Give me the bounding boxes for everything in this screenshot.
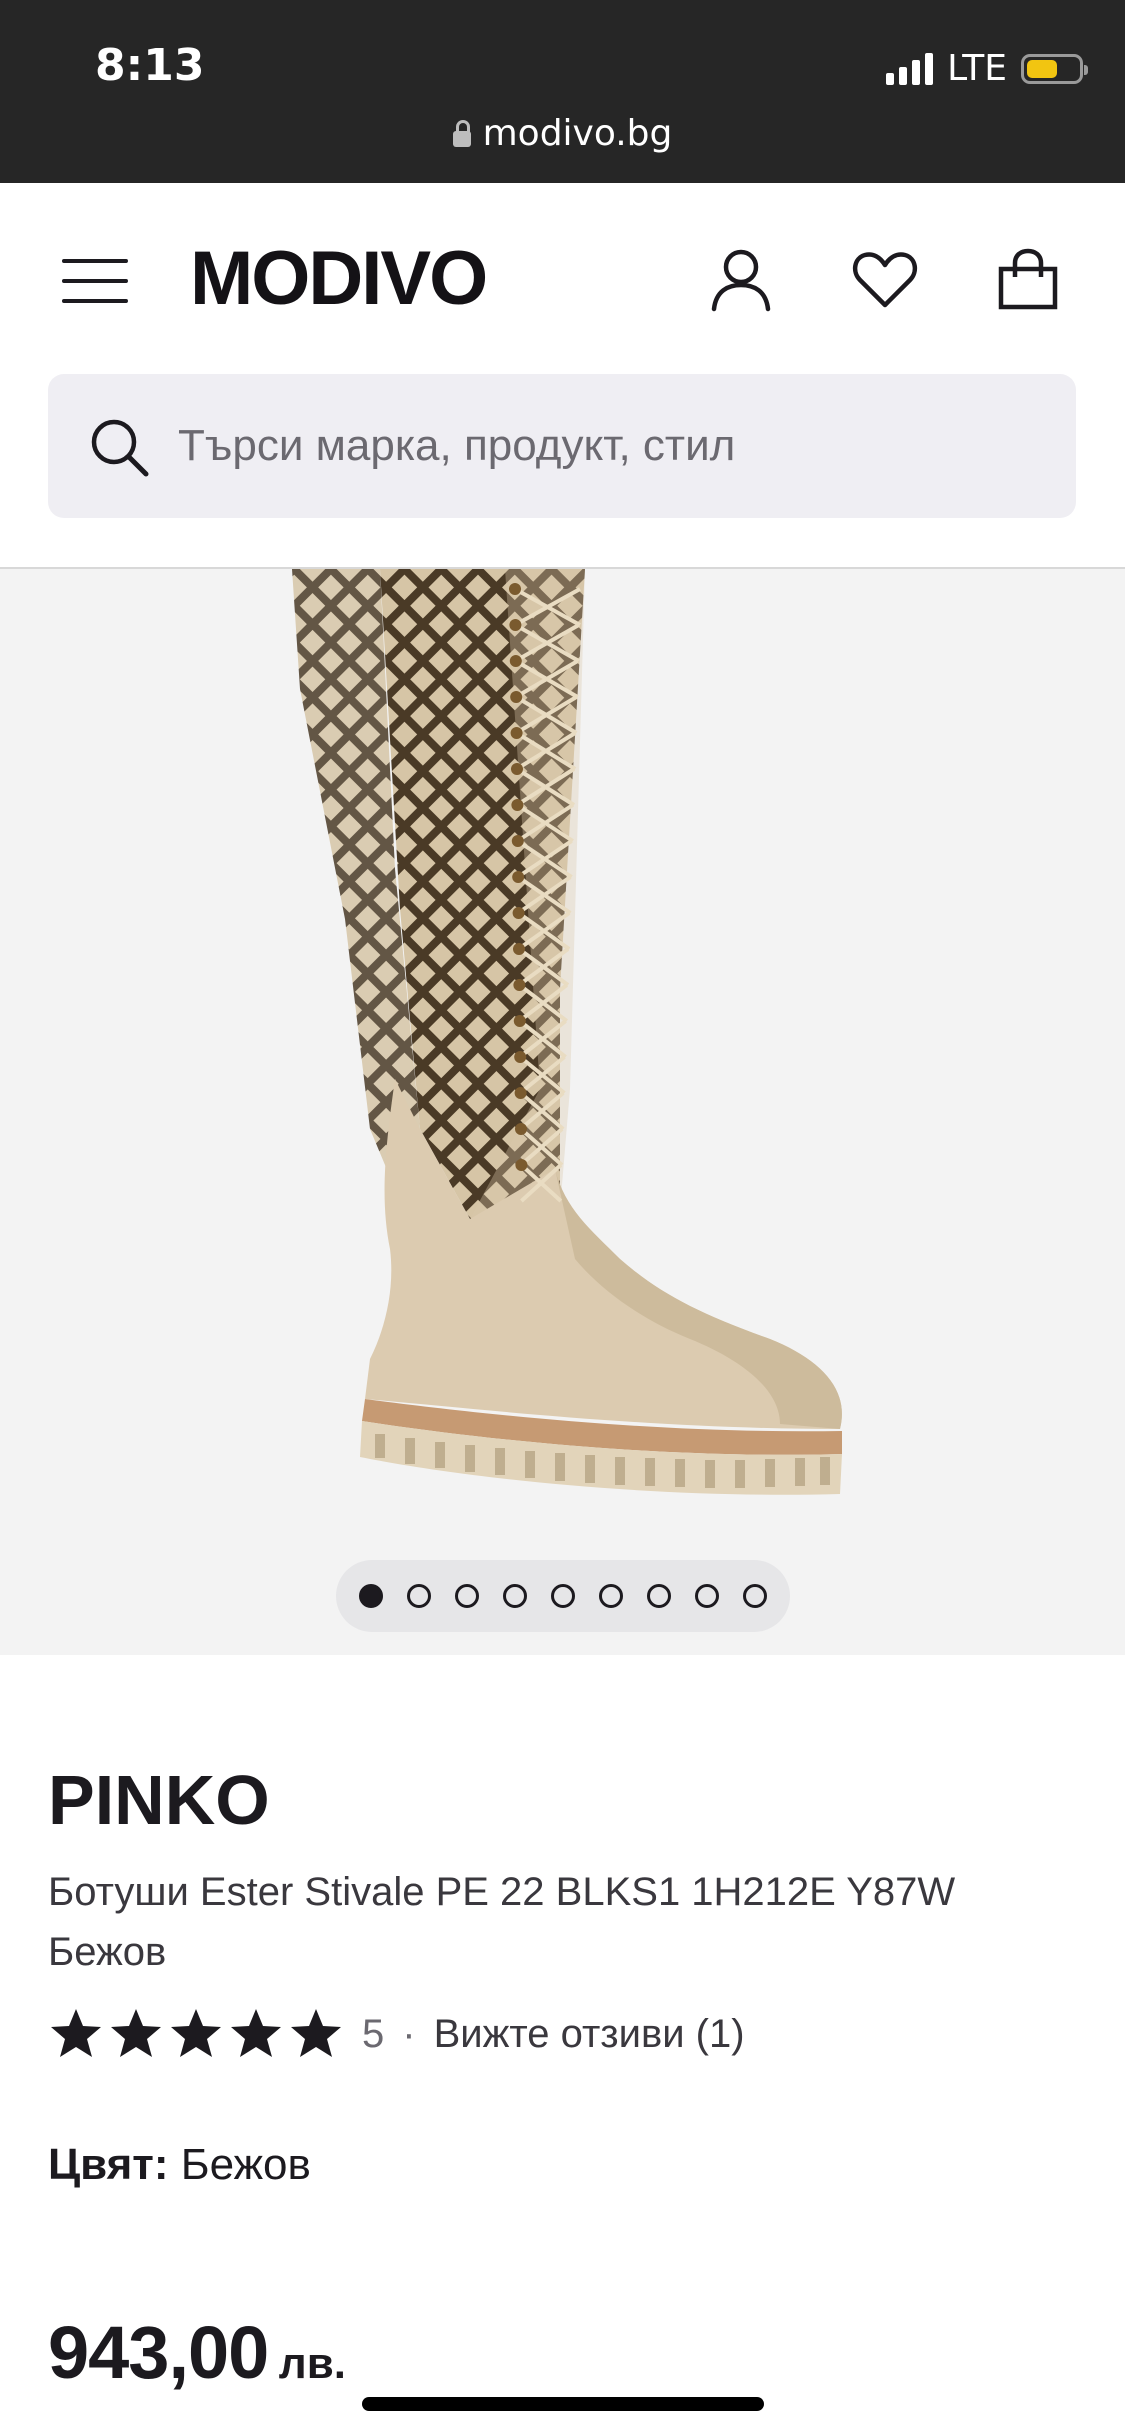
url-bar[interactable]: modivo.bg	[0, 113, 1125, 154]
gallery-pagination[interactable]	[336, 1560, 790, 1632]
product-brand[interactable]: PINKO	[48, 1760, 270, 1840]
site-header: MODIVO	[0, 183, 1125, 368]
battery-level	[1027, 59, 1057, 78]
search-input[interactable]	[178, 374, 1038, 518]
search-bar[interactable]	[48, 374, 1076, 518]
color-row: Цвят: Бежов	[48, 2140, 311, 2190]
signal-icon	[886, 52, 934, 85]
rating-separator: ·	[402, 2011, 416, 2056]
rating-stars	[48, 2006, 344, 2062]
product-gallery[interactable]	[0, 569, 1125, 1655]
star-icon	[111, 2009, 161, 2057]
battery-icon	[1021, 53, 1088, 84]
color-value: Бежов	[180, 2140, 311, 2189]
gallery-dot[interactable]	[647, 1584, 671, 1608]
gallery-dot[interactable]	[695, 1584, 719, 1608]
star-icon	[291, 2009, 341, 2057]
product-image[interactable]	[0, 569, 1125, 1655]
gallery-dot[interactable]	[551, 1584, 575, 1608]
bag-icon[interactable]	[993, 245, 1063, 315]
site-logo[interactable]: MODIVO	[190, 235, 488, 322]
product-price: 943,00 лв.	[48, 2310, 346, 2395]
reviews-link[interactable]: Вижте отзиви (1)	[434, 2012, 745, 2057]
product-rating[interactable]: 5 · Вижте отзиви (1)	[48, 2002, 745, 2066]
lock-icon	[452, 119, 471, 147]
gallery-dot[interactable]	[359, 1584, 383, 1608]
heart-icon[interactable]	[850, 245, 920, 315]
star-icon	[171, 2009, 221, 2057]
gallery-dot[interactable]	[455, 1584, 479, 1608]
search-icon[interactable]	[88, 416, 150, 478]
status-indicators: LTE	[886, 48, 1088, 89]
color-label: Цвят:	[48, 2140, 169, 2189]
price-value: 943,00	[48, 2311, 269, 2394]
status-time: 8:13	[95, 40, 205, 91]
rating-value: 5	[362, 2011, 385, 2056]
gallery-dot[interactable]	[503, 1584, 527, 1608]
gallery-dot[interactable]	[599, 1584, 623, 1608]
menu-icon[interactable]	[62, 259, 130, 303]
star-icon	[231, 2009, 281, 2057]
gallery-dot[interactable]	[407, 1584, 431, 1608]
price-currency: лв.	[278, 2339, 347, 2388]
user-icon[interactable]	[706, 245, 776, 315]
url-domain[interactable]: modivo.bg	[483, 113, 673, 154]
status-bar: 8:13 LTE modivo.bg	[0, 0, 1125, 183]
product-name: Ботуши Ester Stivale PE 22 BLKS1 1H212E …	[48, 1870, 956, 1974]
star-icon	[51, 2009, 101, 2057]
network-type: LTE	[947, 48, 1007, 89]
home-indicator[interactable]	[362, 2397, 764, 2411]
gallery-dot[interactable]	[743, 1584, 767, 1608]
